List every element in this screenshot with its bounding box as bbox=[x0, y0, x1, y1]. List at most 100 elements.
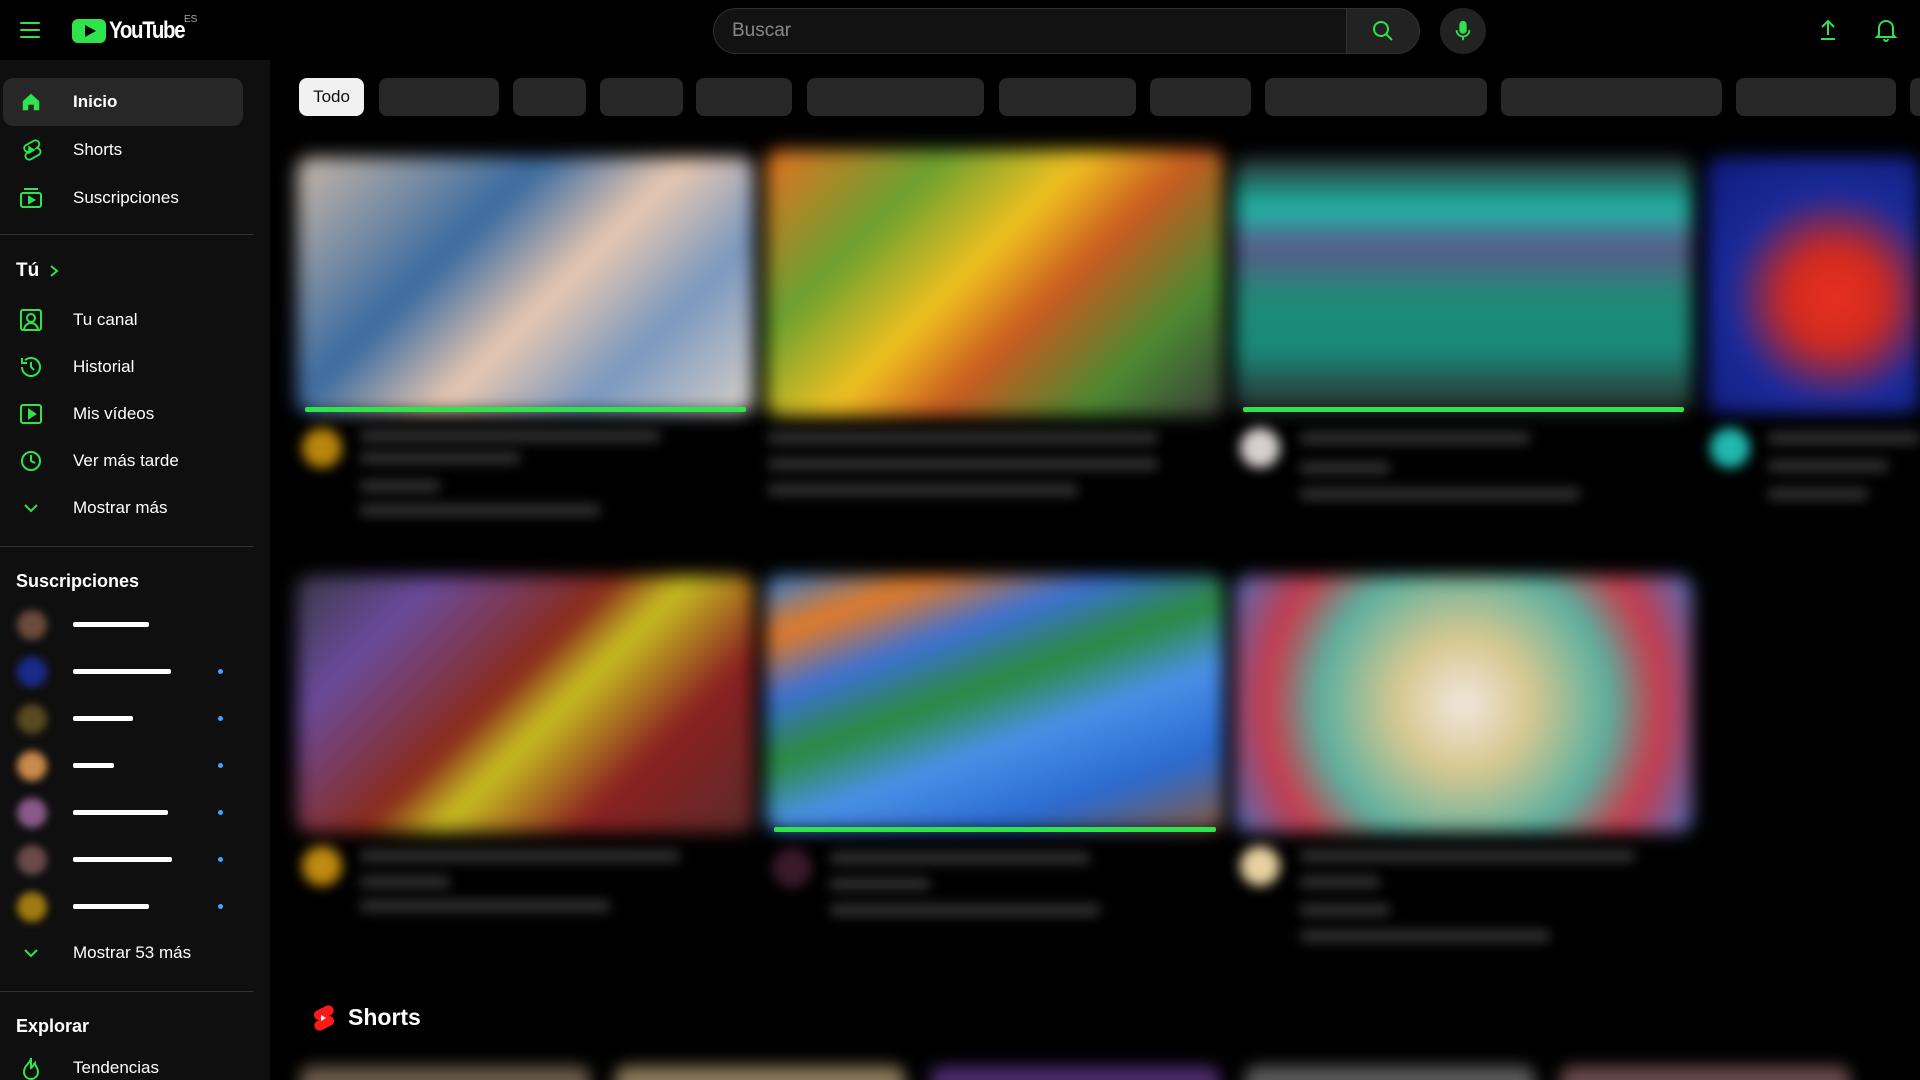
short-card[interactable] bbox=[300, 1066, 590, 1080]
subscriptions-icon bbox=[18, 185, 44, 211]
voice-search-button[interactable] bbox=[1440, 8, 1486, 54]
new-content-dot bbox=[218, 857, 223, 862]
microphone-icon bbox=[1455, 20, 1471, 41]
sidebar-item-shorts[interactable]: Shorts bbox=[3, 126, 243, 174]
menu-icon[interactable] bbox=[14, 14, 46, 46]
sidebar-item-label: Tu canal bbox=[73, 310, 138, 329]
channel-name-redacted bbox=[73, 669, 171, 674]
sidebar-item-mostrar-mas[interactable]: Mostrar más bbox=[3, 484, 243, 532]
play-logo-icon bbox=[72, 19, 106, 43]
avatar bbox=[17, 657, 47, 687]
channel-avatar[interactable] bbox=[772, 848, 812, 888]
channel-avatar[interactable] bbox=[1710, 428, 1750, 468]
chip-filter[interactable] bbox=[696, 78, 792, 116]
channel-avatar[interactable] bbox=[302, 846, 342, 886]
chip-filter[interactable] bbox=[1501, 78, 1722, 116]
video-stats-redacted bbox=[830, 904, 1100, 916]
video-title-redacted[interactable] bbox=[360, 850, 680, 862]
sidebar-item-label: Mostrar 53 más bbox=[73, 943, 192, 962]
you-section-header[interactable]: Tú bbox=[16, 260, 59, 282]
search-bar bbox=[713, 8, 1420, 54]
search-button[interactable] bbox=[1346, 8, 1420, 54]
short-card[interactable] bbox=[1245, 1066, 1535, 1080]
subscription-channel[interactable] bbox=[3, 837, 243, 883]
video-thumbnail[interactable] bbox=[766, 150, 1224, 416]
sidebar-item-inicio[interactable]: Inicio bbox=[3, 78, 243, 126]
channel-name-redacted bbox=[360, 876, 450, 888]
subscription-channel[interactable] bbox=[3, 884, 243, 930]
chevron-down-icon bbox=[18, 940, 44, 966]
video-title-redacted bbox=[768, 458, 1158, 470]
search-input[interactable] bbox=[713, 8, 1346, 54]
video-thumbnail[interactable] bbox=[1235, 157, 1692, 413]
new-content-dot bbox=[218, 669, 223, 674]
avatar bbox=[17, 610, 47, 640]
sidebar-item-mostrar-53-mas[interactable]: Mostrar 53 más bbox=[3, 929, 243, 977]
trending-icon bbox=[18, 1055, 44, 1080]
chip-filter[interactable] bbox=[1910, 78, 1920, 116]
channel-icon bbox=[18, 307, 44, 333]
sidebar-item-mis-videos[interactable]: Mis vídeos bbox=[3, 390, 243, 438]
subscription-channel[interactable] bbox=[3, 696, 243, 742]
video-thumbnail[interactable] bbox=[1707, 157, 1920, 413]
upload-button[interactable] bbox=[1812, 14, 1844, 46]
sidebar-item-historial[interactable]: Historial bbox=[3, 343, 243, 391]
subscription-channel[interactable] bbox=[3, 790, 243, 836]
chip-filter[interactable] bbox=[1736, 78, 1896, 116]
sidebar-item-tu-canal[interactable]: Tu canal bbox=[3, 296, 243, 344]
chip-filter[interactable] bbox=[513, 78, 586, 116]
youtube-logo[interactable]: YouTube bbox=[72, 16, 198, 46]
chip-filter[interactable] bbox=[1265, 78, 1487, 116]
video-title-redacted[interactable] bbox=[1300, 850, 1635, 862]
video-title-redacted[interactable] bbox=[1768, 432, 1920, 444]
watch-progress-bar bbox=[774, 827, 1216, 832]
sidebar-item-suscripciones[interactable]: Suscripciones bbox=[3, 174, 243, 222]
subscription-channel[interactable] bbox=[3, 649, 243, 695]
sidebar-item-label: Mostrar más bbox=[73, 498, 168, 517]
video-thumbnail[interactable] bbox=[1235, 576, 1692, 832]
sidebar: Inicio Shorts Suscripciones Tú Tu canal … bbox=[0, 60, 270, 1080]
notifications-button[interactable] bbox=[1870, 14, 1902, 46]
channel-avatar[interactable] bbox=[1240, 846, 1280, 886]
chip-filter[interactable] bbox=[999, 78, 1136, 116]
video-title-redacted[interactable] bbox=[1300, 432, 1530, 444]
short-card[interactable] bbox=[1560, 1066, 1850, 1080]
channel-name-redacted bbox=[73, 810, 168, 815]
video-title-redacted[interactable] bbox=[360, 430, 660, 442]
chip-filter[interactable] bbox=[1150, 78, 1251, 116]
video-title-redacted[interactable] bbox=[830, 852, 1090, 864]
video-title-redacted bbox=[1300, 876, 1380, 888]
logo-text: YouTube bbox=[109, 17, 186, 44]
new-content-dot bbox=[218, 810, 223, 815]
sidebar-item-label: Mis vídeos bbox=[73, 404, 155, 423]
channel-name-redacted bbox=[73, 622, 149, 627]
avatar bbox=[17, 704, 47, 734]
chip-filter[interactable] bbox=[600, 78, 683, 116]
channel-avatar[interactable] bbox=[302, 428, 342, 468]
video-title-redacted[interactable] bbox=[768, 432, 1158, 444]
video-title-redacted bbox=[360, 452, 520, 464]
search-icon bbox=[1373, 21, 1393, 41]
video-stats-redacted bbox=[360, 504, 600, 516]
shorts-title: Shorts bbox=[348, 1004, 421, 1030]
subscription-channel[interactable] bbox=[3, 602, 243, 648]
channel-name-redacted bbox=[360, 480, 440, 492]
sidebar-item-label: Shorts bbox=[73, 140, 123, 159]
sidebar-item-ver-mas-tarde[interactable]: Ver más tarde bbox=[3, 437, 243, 485]
video-thumbnail[interactable] bbox=[297, 576, 754, 832]
watch-later-icon bbox=[18, 448, 44, 474]
video-thumbnail[interactable] bbox=[766, 576, 1224, 830]
channel-name-redacted bbox=[73, 857, 172, 862]
avatar bbox=[17, 798, 47, 828]
chip-filter[interactable] bbox=[379, 78, 499, 116]
chip-filter[interactable] bbox=[807, 78, 984, 116]
chip-todo[interactable]: Todo bbox=[299, 78, 364, 116]
sidebar-item-tendencias[interactable]: Tendencias bbox=[3, 1044, 243, 1080]
video-thumbnail[interactable] bbox=[297, 157, 754, 413]
avatar bbox=[17, 845, 47, 875]
short-card[interactable] bbox=[930, 1066, 1220, 1080]
subscription-channel[interactable] bbox=[3, 743, 243, 789]
short-card[interactable] bbox=[615, 1066, 905, 1080]
channel-avatar[interactable] bbox=[1240, 428, 1280, 468]
channel-name-redacted bbox=[73, 763, 114, 768]
